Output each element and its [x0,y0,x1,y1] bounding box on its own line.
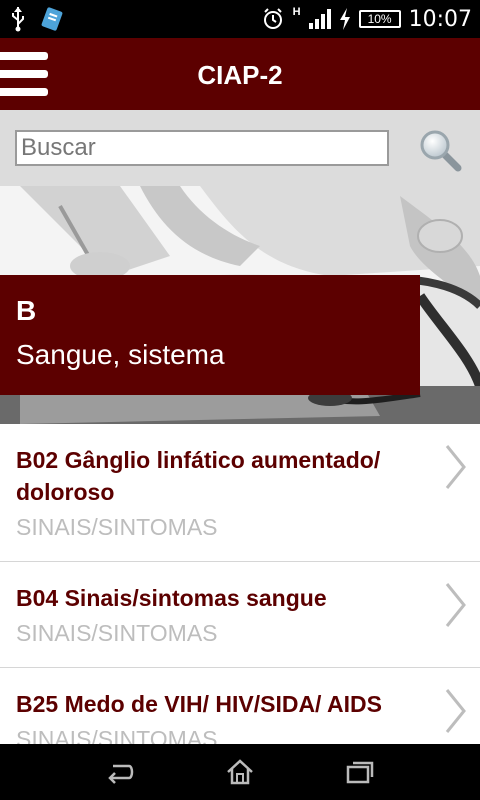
usb-icon [12,7,24,32]
app-bar: CIAP-2 [0,38,480,110]
item-category: SINAIS/SINTOMAS [16,726,218,744]
app-title: CIAP-2 [197,60,283,90]
charging-bolt-icon [339,8,350,30]
battery-icon: 10% [358,10,401,28]
item-title: B25 Medo de VIH/ HIV/SIDA/ AIDS [16,691,382,717]
item-title: B02 Gânglio linfático aumentado/ doloros… [16,447,381,505]
search-input[interactable] [15,130,389,166]
category-hero: B Sangue, sistema [0,186,480,424]
system-nav-bar [0,744,480,800]
category-name: Sangue, sistema [16,339,225,370]
recent-apps-icon[interactable] [345,758,375,786]
home-icon[interactable] [225,758,255,786]
category-letter: B [16,295,37,326]
battery-level: 10% [367,12,392,26]
app-notification-icon [41,7,63,31]
list-item[interactable]: B04 Sinais/sintomas sangue SINAIS/SINTOM… [0,562,480,668]
item-category: SINAIS/SINTOMAS [16,620,218,646]
chevron-right-icon [445,445,466,489]
alarm-icon [263,8,282,29]
item-title: B04 Sinais/sintomas sangue [16,585,327,611]
category-card: B Sangue, sistema [0,275,420,395]
chevron-right-icon [445,689,466,733]
list-item[interactable]: B25 Medo de VIH/ HIV/SIDA/ AIDS SINAIS/S… [0,668,480,744]
system-icons: H 10% 10:07 [261,4,472,34]
signal-icon [308,9,331,29]
search-bar [0,110,480,186]
notification-icons [10,6,64,32]
back-icon[interactable] [105,758,135,786]
chevron-right-icon [445,583,466,627]
list-item[interactable]: B02 Gânglio linfático aumentado/ doloros… [0,424,480,562]
item-category: SINAIS/SINTOMAS [16,514,218,540]
status-bar: H 10% 10:07 [0,0,480,38]
clock: 10:07 [408,6,472,32]
search-icon[interactable] [418,128,462,172]
network-type-label: H [292,6,301,18]
code-list: B02 Gânglio linfático aumentado/ doloros… [0,424,480,744]
